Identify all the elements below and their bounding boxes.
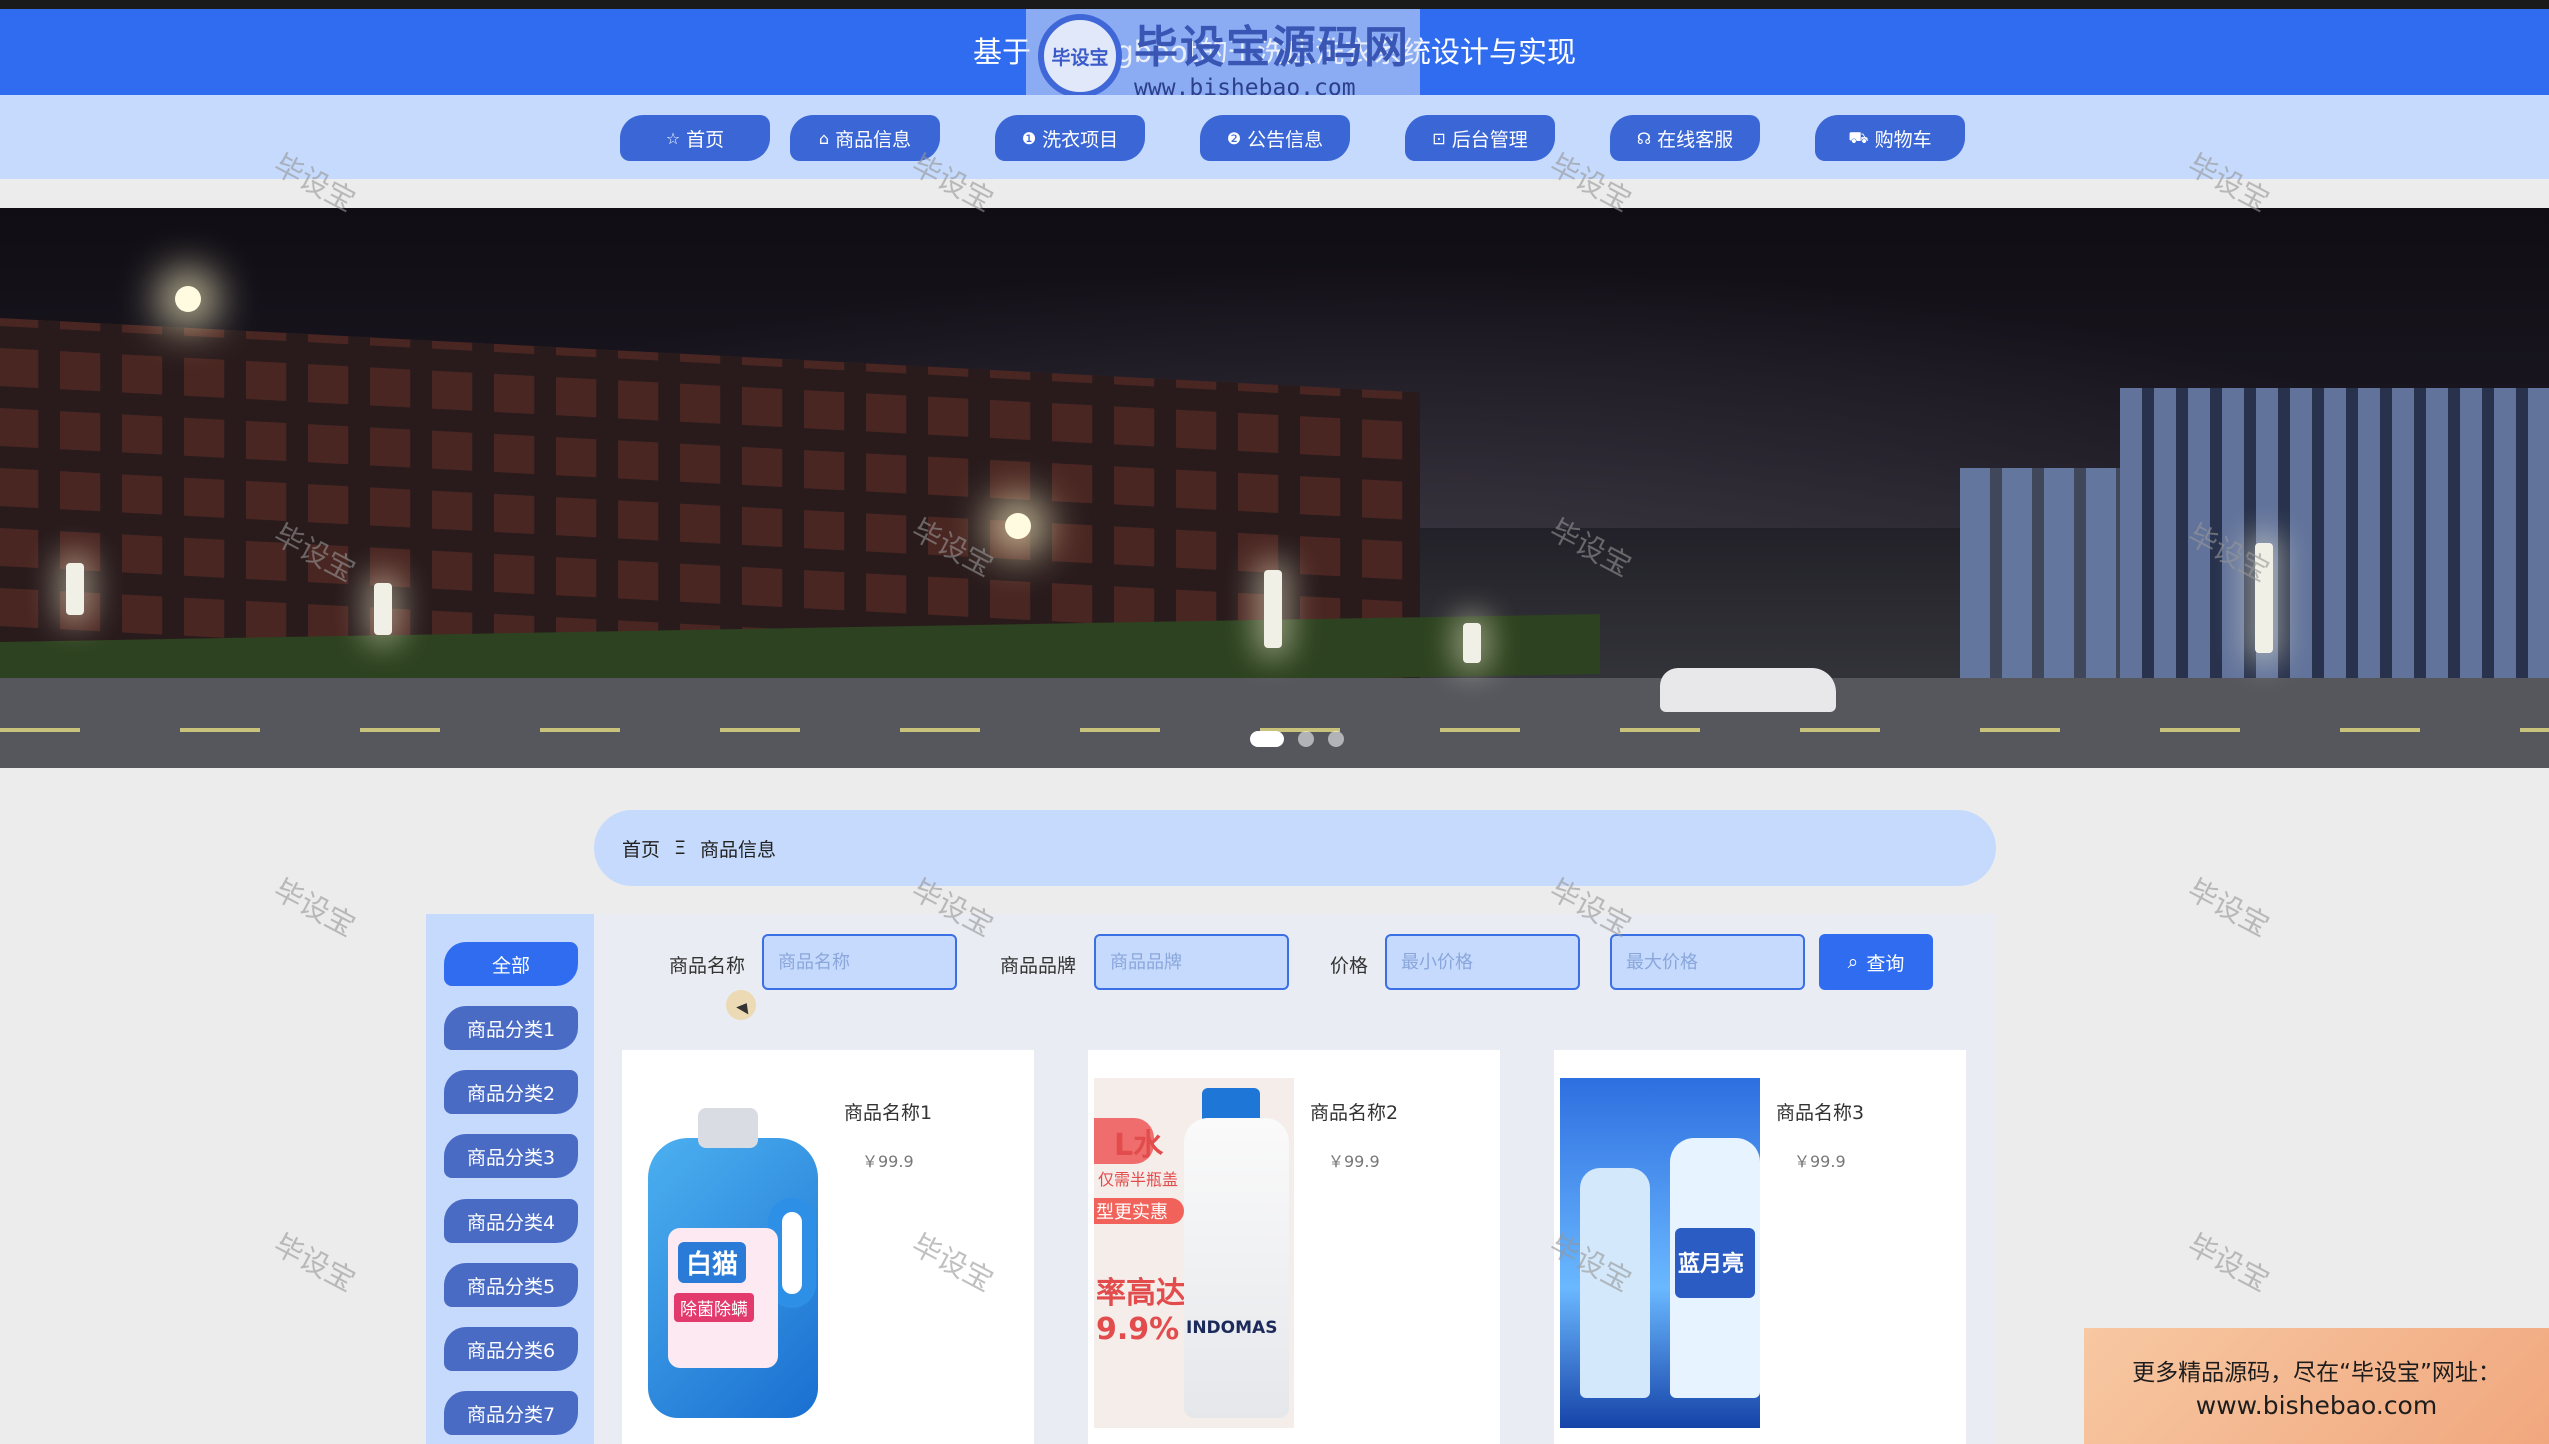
breadcrumb-separator-icon: Ξ: [674, 837, 687, 859]
nav-announcements[interactable]: ❷ 公告信息: [1200, 115, 1350, 161]
bollard-light: [1264, 570, 1282, 648]
image-title-text: L水: [1114, 1128, 1164, 1163]
nav-label: 在线客服: [1657, 128, 1734, 151]
carousel-dots: [1250, 731, 1344, 747]
name-label: 商品名称: [669, 955, 746, 977]
nav-label: 公告信息: [1247, 128, 1324, 151]
search-button[interactable]: ⌕ 查询: [1819, 934, 1933, 990]
image-percent-text: 9.9%: [1096, 1312, 1180, 1347]
brand-input[interactable]: [1094, 934, 1289, 990]
category-item[interactable]: 商品分类3: [444, 1134, 578, 1178]
watermark-text: 毕设宝: [2182, 1227, 2275, 1299]
bottle-brand: INDOMAS: [1186, 1318, 1278, 1338]
min-price-input[interactable]: [1385, 934, 1580, 990]
promo-banner[interactable]: 更多精品源码，尽在“毕设宝”网址： www.bishebao.com: [2084, 1328, 2549, 1444]
category-item[interactable]: 商品分类6: [444, 1327, 578, 1371]
site-header: 基于 Springboot的干洗店洗衣系统设计与实现 毕设宝 毕设宝源码网 ww…: [0, 9, 2549, 103]
name-input[interactable]: [762, 934, 957, 990]
search-button-label: 查询: [1866, 952, 1905, 975]
price-label: 价格: [1330, 955, 1369, 977]
nav-label: 首页: [686, 128, 725, 151]
image-subtitle-text: 仅需半瓶盖: [1098, 1170, 1179, 1189]
nav-laundry-items[interactable]: ❶ 洗衣项目: [995, 115, 1145, 161]
product-image[interactable]: 白猫 除菌除螨: [628, 1078, 828, 1428]
bottle-brand: 白猫: [678, 1242, 747, 1283]
nav-admin[interactable]: ⊡ 后台管理: [1405, 115, 1555, 161]
bottle-tag: 除菌除螨: [674, 1293, 754, 1322]
watermark-logo: 毕设宝 毕设宝源码网 www.bishebao.com: [1026, 9, 1420, 103]
nav-label: 后台管理: [1451, 128, 1528, 151]
street-lamp-glow: [175, 286, 201, 312]
briefcase-icon: ⊡: [1432, 128, 1446, 148]
cart-icon: ⛟: [1848, 127, 1869, 147]
logo-text: 毕设宝源码网 www.bishebao.com: [1134, 11, 1410, 101]
image-tag-text: 型更实惠: [1096, 1202, 1168, 1223]
product-price: ￥99.9: [862, 1152, 914, 1171]
category-item[interactable]: 商品分类4: [444, 1199, 578, 1243]
nav-label: 商品信息: [835, 128, 912, 151]
nav-label: 洗衣项目: [1042, 128, 1119, 151]
product-name[interactable]: 商品名称3: [1776, 1098, 1864, 1125]
question-icon: ❷: [1226, 128, 1242, 148]
street-lamp-glow: [1005, 513, 1031, 539]
bag-icon: ⌂: [818, 128, 830, 148]
category-item[interactable]: 商品分类1: [444, 1006, 578, 1050]
headset-icon: ☊: [1636, 128, 1652, 148]
watermark-text: 毕设宝: [2182, 872, 2275, 944]
bollard-light: [374, 583, 392, 635]
image-big-text: 率高达: [1096, 1276, 1186, 1311]
top-strip: [0, 0, 2549, 9]
max-price-input[interactable]: [1610, 934, 1805, 990]
nav-home[interactable]: ☆ 首页: [620, 115, 770, 161]
info-icon: ❶: [1021, 128, 1037, 148]
star-icon: ☆: [665, 128, 681, 148]
bottle-brand: 蓝月亮: [1678, 1252, 1745, 1277]
watermark-text: 毕设宝: [268, 1227, 361, 1299]
watermark-text: 毕设宝: [268, 872, 361, 944]
banner-road: [0, 678, 2549, 768]
breadcrumb-current: 商品信息: [700, 838, 777, 861]
carousel-dot[interactable]: [1250, 731, 1284, 747]
product-card[interactable]: 蓝月亮 商品名称3 ￥99.9: [1554, 1050, 1966, 1444]
category-sidebar: 全部 商品分类1 商品分类2 商品分类3 商品分类4 商品分类5 商品分类6 商…: [426, 914, 594, 1444]
product-price: ￥99.9: [1794, 1152, 1846, 1171]
banner-car: [1660, 668, 1836, 712]
detergent-bottle: [1184, 1118, 1289, 1418]
nav-support[interactable]: ☊ 在线客服: [1610, 115, 1760, 161]
category-item[interactable]: 商品分类2: [444, 1070, 578, 1114]
category-item[interactable]: 商品分类5: [444, 1263, 578, 1307]
nav-cart[interactable]: ⛟ 购物车: [1815, 115, 1965, 161]
product-card[interactable]: L水 仅需半瓶盖 型更实惠 率高达 9.9% INDOMAS 商品名称2 ￥99…: [1088, 1050, 1500, 1444]
hero-carousel[interactable]: [0, 208, 2549, 768]
product-name[interactable]: 商品名称1: [844, 1098, 932, 1125]
carousel-dot[interactable]: [1298, 731, 1314, 747]
nav-label: 购物车: [1874, 128, 1932, 151]
promo-url[interactable]: www.bishebao.com: [2196, 1391, 2437, 1420]
carousel-dot[interactable]: [1328, 731, 1344, 747]
main-nav: ☆ 首页 ⌂ 商品信息 ❶ 洗衣项目 ❷ 公告信息 ⊡ 后台管理 ☊ 在线客服 ⛟ 购物车: [0, 95, 2549, 179]
breadcrumb-home[interactable]: 首页: [622, 835, 660, 862]
product-price: ￥99.9: [1328, 1152, 1380, 1171]
logo-name: 毕设宝源码网: [1134, 22, 1410, 73]
brand-label: 商品品牌: [1000, 955, 1077, 977]
breadcrumb: 首页 Ξ 商品信息: [594, 810, 1996, 886]
product-panel: 商品名称 商品品牌 价格 ⌕ 查询 白猫 除菌除螨 商品名称1 ￥99.9 L水 …: [594, 914, 1996, 1444]
logo-seal: 毕设宝: [1038, 14, 1122, 98]
bollard-light: [1463, 623, 1481, 663]
bottle-cap: [698, 1108, 758, 1148]
category-all[interactable]: 全部: [444, 942, 578, 986]
promo-text: 更多精品源码，尽在“毕设宝”网址：: [2132, 1359, 2501, 1386]
category-item[interactable]: 商品分类7: [444, 1391, 578, 1435]
product-name[interactable]: 商品名称2: [1310, 1098, 1398, 1125]
bottle-label: 白猫 除菌除螨: [668, 1228, 778, 1368]
bollard-light: [66, 563, 84, 615]
search-icon: ⌕: [1847, 951, 1859, 973]
product-image[interactable]: L水 仅需半瓶盖 型更实惠 率高达 9.9% INDOMAS: [1094, 1078, 1294, 1428]
